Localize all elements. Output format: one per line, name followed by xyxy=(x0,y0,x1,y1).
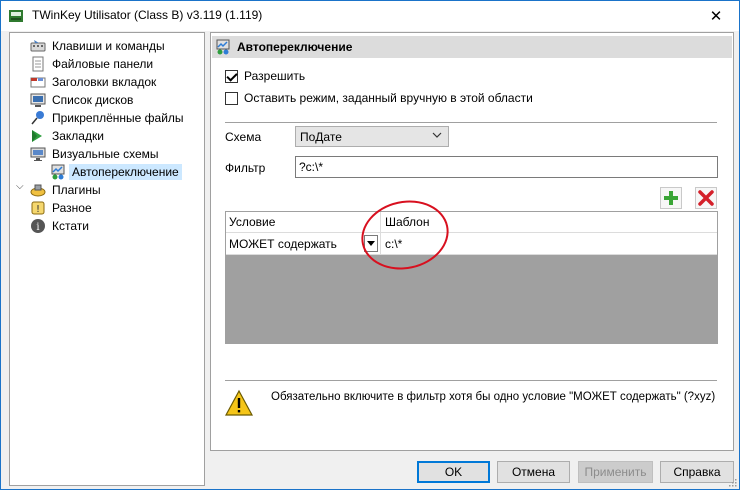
close-icon: ✕ xyxy=(709,8,723,25)
bookmark-icon xyxy=(32,130,42,142)
keep-mode-label: Оставить режим, заданный вручную в этой … xyxy=(244,91,533,105)
info-icon: i xyxy=(31,219,45,233)
table-row[interactable]: МОЖЕТ содержать c:\* xyxy=(226,233,717,255)
help-button[interactable]: Справка xyxy=(660,461,734,483)
tree-item-label: Закладки xyxy=(52,129,104,143)
chevron-down-icon xyxy=(432,132,442,138)
panel-header: Автопереключение xyxy=(212,36,732,58)
tree-item-label: Визуальные схемы xyxy=(52,147,159,161)
panel-title: Автопереключение xyxy=(237,40,353,54)
allow-checkbox[interactable] xyxy=(225,69,238,83)
svg-text:i: i xyxy=(36,222,39,233)
tab-titles-icon xyxy=(30,77,46,88)
autoswitch-icon xyxy=(216,39,230,55)
settings-panel: Автопереключение Разрешить Оставить режи… xyxy=(210,32,734,451)
keep-mode-checkbox[interactable] xyxy=(225,91,238,105)
tree-item-keys[interactable]: Клавиши и команды xyxy=(30,37,165,55)
conditions-grid[interactable]: Условие Шаблон МОЖЕТ содержать c:\* xyxy=(225,211,718,344)
tree-item-info[interactable]: i Кстати xyxy=(30,217,89,235)
tree-item-visual-schemes[interactable]: Визуальные схемы xyxy=(30,145,159,163)
close-button[interactable]: ✕ xyxy=(693,1,739,31)
ok-button[interactable]: OK xyxy=(417,461,490,483)
autoswitch-icon xyxy=(51,164,65,180)
ok-button-label: OK xyxy=(444,465,463,479)
allow-label: Разрешить xyxy=(244,69,306,83)
app-icon xyxy=(9,10,23,22)
tree-item-autoswitch[interactable]: Автопереключение xyxy=(50,163,182,181)
divider xyxy=(225,122,717,123)
resize-grip-icon[interactable] xyxy=(727,477,737,487)
add-row-button[interactable] xyxy=(660,187,682,209)
filter-label: Фильтр xyxy=(225,161,266,175)
tree-item-pinned-files[interactable]: Прикреплённые файлы xyxy=(30,109,184,127)
tree-item-label: Разное xyxy=(52,201,92,215)
app-window: TWinKey Utilisator (Class B) v3.119 (1.1… xyxy=(0,0,740,490)
disk-list-icon xyxy=(30,93,46,107)
plus-icon xyxy=(664,191,678,205)
tree-item-label: Автопереключение xyxy=(69,164,182,180)
warning-icon xyxy=(224,389,254,416)
tree-item-label: Плагины xyxy=(52,183,101,197)
scheme-select[interactable]: ПоДате xyxy=(295,126,449,147)
title-bar: TWinKey Utilisator (Class B) v3.119 (1.1… xyxy=(1,1,739,31)
tree-item-plugins[interactable]: Плагины xyxy=(30,181,101,199)
grid-header: Условие Шаблон xyxy=(226,212,717,233)
cancel-button[interactable]: Отмена xyxy=(497,461,570,483)
allow-option[interactable]: Разрешить xyxy=(225,69,305,83)
svg-text:!: ! xyxy=(36,204,40,215)
column-header-condition[interactable]: Условие xyxy=(229,215,275,229)
settings-tree[interactable]: Клавиши и команды Файловые панели Заголо… xyxy=(9,32,205,486)
scheme-label: Схема xyxy=(225,130,262,144)
warning-text: Обязательно включите в фильтр хотя бы од… xyxy=(271,391,716,403)
apply-button-label: Применить xyxy=(584,465,647,479)
tree-item-label: Список дисков xyxy=(52,93,134,107)
keyboard-icon xyxy=(30,40,46,52)
tree-item-label: Клавиши и команды xyxy=(52,39,165,53)
apply-button[interactable]: Применить xyxy=(578,461,653,483)
tree-item-label: Заголовки вкладок xyxy=(52,75,157,89)
divider xyxy=(225,380,717,381)
pin-icon xyxy=(31,111,44,125)
delete-row-button[interactable] xyxy=(695,187,717,209)
delete-icon xyxy=(698,190,714,206)
tree-item-disk-list[interactable]: Список дисков xyxy=(30,91,133,109)
filter-input[interactable]: ?c:\* xyxy=(295,156,718,178)
tree-item-file-panels[interactable]: Файловые панели xyxy=(30,55,153,73)
tree-item-tab-titles[interactable]: Заголовки вкладок xyxy=(30,73,156,91)
scheme-value: ПоДате xyxy=(300,129,342,144)
misc-icon: ! xyxy=(31,201,45,215)
plugins-icon xyxy=(30,184,46,197)
help-button-label: Справка xyxy=(673,465,721,479)
window-title: TWinKey Utilisator (Class B) v3.119 (1.1… xyxy=(32,8,263,22)
condition-cell[interactable]: МОЖЕТ содержать xyxy=(229,237,337,251)
tree-item-label: Файловые панели xyxy=(52,57,154,71)
keep-mode-option[interactable]: Оставить режим, заданный вручную в этой … xyxy=(225,91,533,105)
chevron-down-icon[interactable]: ⌵ xyxy=(16,181,24,192)
visual-schemes-icon xyxy=(30,147,46,161)
filter-value: ?c:\* xyxy=(299,160,324,174)
tree-item-label: Прикреплённые файлы xyxy=(52,111,184,125)
tree-item-label: Кстати xyxy=(52,219,89,233)
cancel-button-label: Отмена xyxy=(511,465,556,479)
tree-item-misc[interactable]: ! Разное xyxy=(30,199,92,217)
file-panel-icon xyxy=(32,56,44,72)
tree-item-bookmarks[interactable]: Закладки xyxy=(30,127,104,145)
